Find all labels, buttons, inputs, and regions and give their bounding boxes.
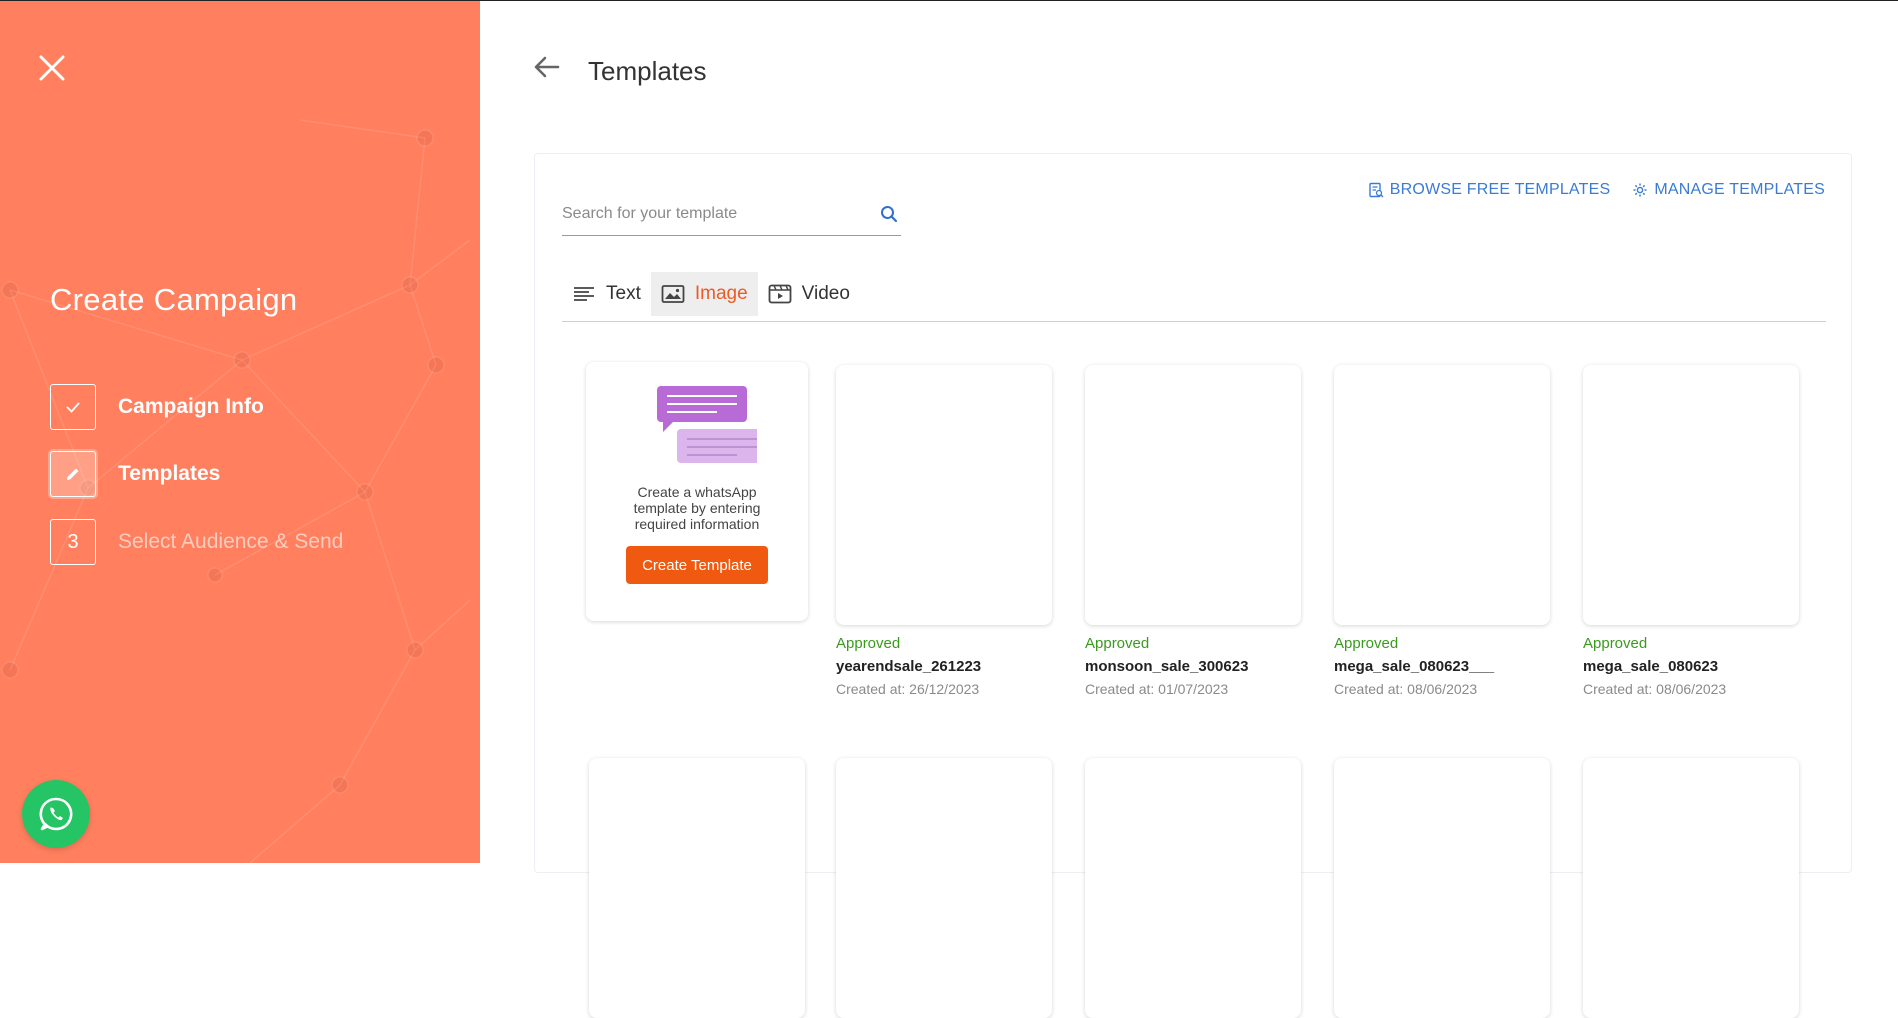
create-template-description: Create a whatsApp template by entering r… <box>633 484 761 532</box>
template-card-preview[interactable] <box>589 758 805 1018</box>
manage-link-label: MANAGE TEMPLATES <box>1654 181 1825 198</box>
status-badge: Approved <box>1085 635 1150 652</box>
template-card-preview[interactable] <box>1085 758 1301 1018</box>
search-icon[interactable] <box>879 204 899 224</box>
template-meta: Approved monsoon_sale_300623 Created at:… <box>1085 635 1301 697</box>
check-icon <box>50 384 96 430</box>
template-name: mega_sale_080623___ <box>1334 658 1495 675</box>
template-meta: Approved mega_sale_080623 Created at: 08… <box>1583 635 1799 697</box>
template-created-date: Created at: 08/06/2023 <box>1334 681 1478 697</box>
tab-image[interactable]: Image <box>650 272 758 316</box>
search-input[interactable] <box>562 194 862 234</box>
network-background-pattern <box>1 119 471 863</box>
template-card-preview[interactable] <box>836 365 1052 625</box>
browse-link-label: BROWSE FREE TEMPLATES <box>1389 181 1611 198</box>
chat-bubbles-illustration <box>657 386 757 463</box>
tab-text[interactable]: Text <box>562 272 651 316</box>
template-meta: Approved yearendsale_261223 Created at: … <box>836 635 1052 697</box>
tab-video[interactable]: Video <box>758 272 860 316</box>
template-name: monsoon_sale_300623 <box>1085 658 1249 675</box>
template-card-preview[interactable] <box>1334 365 1550 625</box>
template-name: yearendsale_261223 <box>836 658 982 675</box>
template-name: mega_sale_080623 <box>1583 658 1719 675</box>
create-template-card: Create a whatsApp template by entering r… <box>586 362 808 621</box>
template-type-tabs: Text Image Video <box>562 272 1826 322</box>
browse-templates-icon <box>1369 182 1384 198</box>
pencil-icon <box>50 451 96 497</box>
template-created-date: Created at: 08/06/2023 <box>1583 681 1727 697</box>
tab-label: Image <box>694 283 748 304</box>
step-label: Select Audience & Send <box>118 530 344 553</box>
step-campaign-info[interactable]: Campaign Info <box>50 384 264 430</box>
status-badge: Approved <box>1334 635 1399 652</box>
tab-label: Text <box>606 283 641 304</box>
create-template-button[interactable]: Create Template <box>626 546 768 584</box>
close-icon[interactable] <box>36 52 68 84</box>
whatsapp-icon <box>39 797 73 831</box>
video-icon <box>768 284 792 304</box>
text-lines-icon <box>574 287 594 301</box>
step-select-audience[interactable]: 3 Select Audience & Send <box>50 519 343 565</box>
top-border <box>0 0 1898 1</box>
template-card-preview[interactable] <box>1334 758 1550 1018</box>
manage-templates-link[interactable]: MANAGE TEMPLATES <box>1632 181 1825 199</box>
image-icon <box>661 285 685 303</box>
step-number: 3 <box>50 519 96 565</box>
status-badge: Approved <box>1583 635 1648 652</box>
back-arrow-icon[interactable] <box>532 52 562 82</box>
status-badge: Approved <box>836 635 901 652</box>
templates-panel: BROWSE FREE TEMPLATES MANAGE TEMPLATES T… <box>534 153 1852 1018</box>
campaign-sidebar: Create Campaign Campaign Info Templates … <box>0 0 480 863</box>
template-card-preview[interactable] <box>836 758 1052 1018</box>
main-content: Templates BROWSE FREE TEMPLATES <box>480 0 1898 1018</box>
tab-label: Video <box>801 283 850 304</box>
step-label: Templates <box>118 462 221 485</box>
page-title: Templates <box>588 56 707 86</box>
step-label: Campaign Info <box>118 395 264 418</box>
template-created-date: Created at: 01/07/2023 <box>1085 681 1229 697</box>
template-card-preview[interactable] <box>1085 365 1301 625</box>
search-field <box>562 194 901 236</box>
template-meta: Approved mega_sale_080623___ Created at:… <box>1334 635 1550 697</box>
template-card-preview[interactable] <box>1583 758 1799 1018</box>
template-created-date: Created at: 26/12/2023 <box>836 681 980 697</box>
template-links: BROWSE FREE TEMPLATES MANAGE TEMPLATES <box>1368 181 1825 199</box>
browse-free-templates-link[interactable]: BROWSE FREE TEMPLATES <box>1368 181 1611 199</box>
step-templates[interactable]: Templates <box>50 451 220 497</box>
manage-gear-icon <box>1633 183 1647 197</box>
template-card-preview[interactable] <box>1583 365 1799 625</box>
whatsapp-chat-button[interactable] <box>22 780 90 848</box>
sidebar-title: Create Campaign <box>50 282 298 317</box>
